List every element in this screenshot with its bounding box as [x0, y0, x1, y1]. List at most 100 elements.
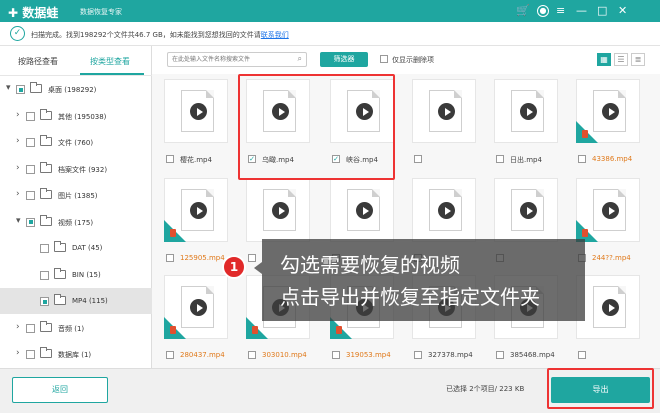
deleted-trash-icon — [170, 326, 176, 334]
file-thumbnail[interactable] — [164, 275, 228, 339]
file-thumbnail[interactable] — [164, 178, 228, 242]
file-checkbox[interactable] — [496, 155, 504, 163]
tree-item[interactable]: BIN (15) — [0, 262, 152, 288]
tree-item-label: DAT (45) — [72, 244, 103, 252]
tree-item[interactable]: ▾ 视频 (175) — [0, 209, 152, 235]
scan-info-text: 扫描完成。找到198292个文件共46.7 GB，如未能找到您想找回的文件请联系… — [31, 31, 289, 39]
chevron-down-icon[interactable]: ▾ — [6, 83, 11, 93]
tree-checkbox[interactable] — [26, 323, 35, 333]
file-name: 43386.mp4 — [592, 155, 633, 163]
tree-item[interactable]: › 图片 (1385) — [0, 182, 152, 208]
file-thumbnail[interactable] — [576, 79, 640, 143]
file-thumbnail[interactable] — [576, 275, 640, 339]
title-bar: ✚ 数据蛙 数据恢复专家 🛒 ● ≡ — □ ✕ — [0, 0, 660, 22]
deleted-trash-icon — [336, 326, 342, 334]
file-thumbnail[interactable] — [494, 79, 558, 143]
file-thumbnail[interactable] — [412, 79, 476, 143]
video-file-icon — [181, 286, 214, 328]
tree-item[interactable]: DAT (45) — [0, 235, 152, 261]
back-button[interactable]: 返回 — [12, 377, 108, 403]
tree-checkbox[interactable] — [16, 85, 25, 94]
tree-item[interactable]: › 音频 (1) — [0, 315, 152, 341]
tab-by-path[interactable]: 按路径查看 — [18, 56, 58, 67]
detail-view-icon[interactable]: ≣ — [631, 53, 645, 66]
tree-checkbox[interactable] — [40, 244, 49, 253]
play-icon — [356, 202, 373, 219]
play-icon — [272, 202, 289, 219]
folder-icon — [40, 108, 52, 120]
tree-checkbox[interactable] — [26, 138, 35, 147]
file-checkbox[interactable] — [166, 351, 174, 359]
file-checkbox[interactable] — [332, 351, 340, 359]
tree-item[interactable]: › 数据库 (1) — [0, 341, 152, 367]
video-file-icon — [429, 189, 462, 231]
file-thumbnail[interactable] — [494, 178, 558, 242]
tree-checkbox[interactable] — [40, 297, 49, 306]
tree-item-label: 图片 (1385) — [58, 192, 98, 200]
search-input[interactable] — [172, 54, 290, 65]
cart-icon[interactable]: 🛒 — [516, 4, 530, 18]
file-checkbox[interactable] — [578, 155, 586, 163]
tree-checkbox[interactable] — [26, 191, 35, 200]
tree-item-label: 视频 (175) — [58, 218, 94, 227]
chevron-right-icon[interactable]: › — [16, 322, 20, 332]
folder-icon — [40, 214, 52, 226]
tree-item[interactable]: › 档案文件 (932) — [0, 156, 152, 182]
chevron-down-icon[interactable]: ▾ — [16, 216, 21, 226]
tree-checkbox[interactable] — [26, 217, 35, 227]
video-file-icon — [429, 90, 462, 132]
menu-icon[interactable]: ≡ — [556, 4, 565, 18]
file-checkbox[interactable] — [414, 155, 422, 163]
tab-by-type[interactable]: 按类型查看 — [90, 56, 130, 67]
play-icon — [190, 299, 207, 316]
file-thumbnail[interactable] — [330, 178, 394, 242]
folder-icon — [40, 347, 52, 358]
video-file-icon — [593, 286, 626, 328]
search-icon[interactable]: ⌕ — [298, 54, 302, 64]
deleted-trash-icon — [582, 229, 588, 237]
file-thumbnail[interactable] — [246, 178, 310, 242]
chevron-right-icon[interactable]: › — [16, 348, 20, 358]
file-checkbox[interactable] — [414, 351, 422, 359]
file-checkbox[interactable] — [248, 351, 256, 359]
play-icon — [602, 202, 619, 219]
toolbar: ⌕ 筛选器 仅显示删除项 ▦ ☰ ≣ — [152, 46, 660, 74]
video-file-icon — [181, 189, 214, 231]
close-icon[interactable]: ✕ — [618, 4, 627, 18]
file-checkbox[interactable] — [578, 351, 586, 359]
file-name: 125905.mp4 — [180, 254, 225, 262]
tree-checkbox[interactable] — [40, 270, 49, 280]
app-logo: ✚ 数据蛙 — [8, 6, 59, 20]
chevron-right-icon[interactable]: › — [16, 189, 20, 199]
file-checkbox[interactable] — [166, 254, 174, 262]
grid-view-icon[interactable]: ▦ — [597, 53, 611, 66]
tree-checkbox[interactable] — [26, 111, 35, 121]
deleted-only-checkbox[interactable] — [380, 55, 388, 63]
tree-item[interactable]: › 其他 (195038) — [0, 103, 152, 129]
file-thumbnail[interactable] — [164, 79, 228, 143]
folder-icon — [54, 267, 66, 279]
tree-item[interactable]: › 文件 (760) — [0, 129, 152, 155]
video-file-icon — [511, 189, 544, 231]
tree-checkbox[interactable] — [26, 350, 35, 359]
file-checkbox[interactable] — [166, 155, 174, 163]
file-checkbox[interactable] — [248, 254, 256, 262]
tree-item[interactable]: ▾ 桌面 (198292) — [0, 76, 152, 102]
file-thumbnail[interactable] — [412, 178, 476, 242]
chevron-right-icon[interactable]: › — [16, 163, 20, 173]
play-icon — [520, 202, 537, 219]
filter-button[interactable]: 筛选器 — [320, 52, 368, 67]
app-subtitle: 数据恢复专家 — [80, 8, 122, 16]
user-icon[interactable]: ● — [537, 5, 549, 17]
tree-item[interactable]: MP4 (115) — [0, 288, 152, 314]
minimize-icon[interactable]: — — [576, 4, 587, 18]
maximize-icon[interactable]: □ — [597, 4, 607, 18]
video-file-icon — [347, 189, 380, 231]
tree-checkbox[interactable] — [26, 164, 35, 174]
chevron-right-icon[interactable]: › — [16, 136, 20, 146]
contact-link[interactable]: 联系我们 — [261, 31, 289, 39]
file-checkbox[interactable] — [496, 351, 504, 359]
file-thumbnail[interactable] — [576, 178, 640, 242]
chevron-right-icon[interactable]: › — [16, 110, 20, 120]
list-view-icon[interactable]: ☰ — [614, 53, 628, 66]
